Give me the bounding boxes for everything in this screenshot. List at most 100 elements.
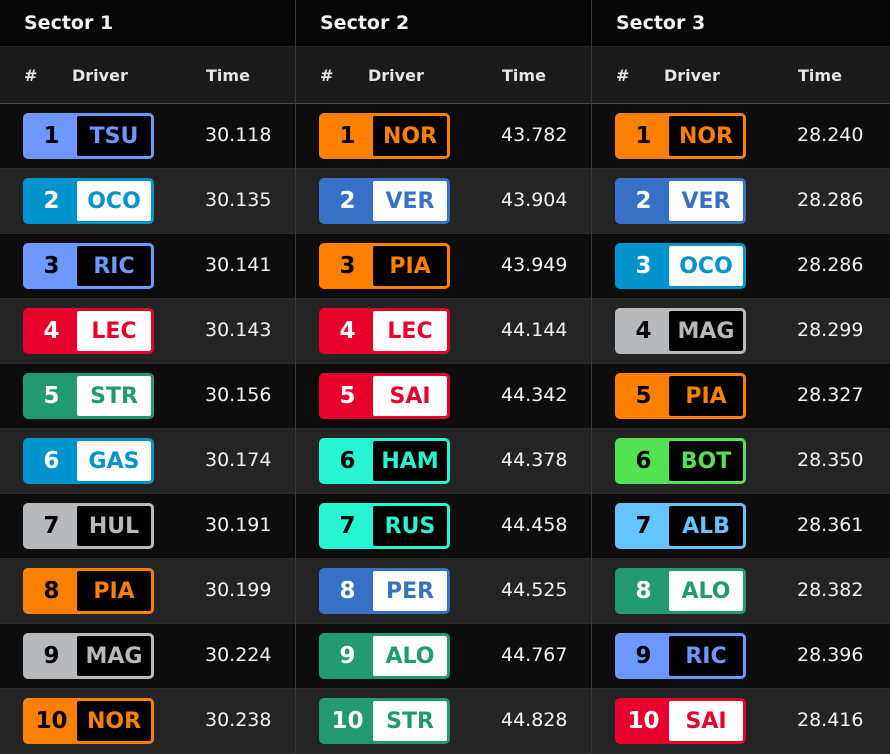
driver-code: PER: [373, 571, 447, 611]
header-time[interactable]: Time: [798, 66, 842, 85]
driver-code: OCO: [669, 246, 743, 286]
sector-time: 43.904: [501, 189, 568, 211]
position-number: 3: [635, 253, 652, 279]
sector-time: 44.342: [501, 384, 568, 406]
header-driver[interactable]: Driver: [664, 66, 720, 85]
table-row[interactable]: 7 HUL 30.191: [0, 494, 295, 559]
driver-badge: 9 ALO: [319, 633, 450, 679]
sector-time: 44.828: [501, 709, 568, 731]
table-row[interactable]: 7 ALB 28.361: [592, 494, 890, 559]
driver-badge: 10 NOR: [23, 698, 154, 744]
table-row[interactable]: 6 GAS 30.174: [0, 429, 295, 494]
driver-badge: 10 SAI: [615, 698, 746, 744]
sector-time: 30.174: [205, 449, 272, 471]
driver-code: NOR: [669, 116, 743, 156]
driver-badge: 9 RIC: [615, 633, 746, 679]
sector-time: 44.378: [501, 449, 568, 471]
table-row[interactable]: 2 VER 28.286: [592, 169, 890, 234]
header-time[interactable]: Time: [502, 66, 546, 85]
sector-title: Sector 2: [296, 0, 591, 47]
position-number: 5: [339, 383, 356, 409]
driver-badge: 5 PIA: [615, 373, 746, 419]
table-row[interactable]: 3 OCO 28.286: [592, 234, 890, 299]
table-row[interactable]: 8 ALO 28.382: [592, 559, 890, 624]
position-number: 9: [43, 643, 60, 669]
header-time[interactable]: Time: [206, 66, 250, 85]
driver-badge: 6 HAM: [319, 438, 450, 484]
table-row[interactable]: 1 NOR 43.782: [296, 104, 591, 169]
table-row[interactable]: 5 PIA 28.327: [592, 364, 890, 429]
driver-code: TSU: [77, 116, 151, 156]
table-row[interactable]: 9 MAG 30.224: [0, 624, 295, 689]
table-row[interactable]: 8 PER 44.525: [296, 559, 591, 624]
table-row[interactable]: 4 LEC 30.143: [0, 299, 295, 364]
position-number: 1: [339, 123, 356, 149]
sector-time: 28.396: [797, 644, 864, 666]
driver-code: GAS: [77, 441, 151, 481]
table-row[interactable]: 10 STR 44.828: [296, 689, 591, 754]
table-row[interactable]: 8 PIA 30.199: [0, 559, 295, 624]
position-number: 10: [627, 708, 660, 734]
table-row[interactable]: 5 SAI 44.342: [296, 364, 591, 429]
driver-badge: 3 RIC: [23, 243, 154, 289]
driver-badge: 1 TSU: [23, 113, 154, 159]
sector-rows: 1 TSU 30.118 2 OCO 30.135 3 RIC 30.141 4 LEC 30.143…: [0, 104, 295, 754]
sector-rows: 1 NOR 28.240 2 VER 28.286 3 OCO 28.286 4 MAG 28.299…: [592, 104, 890, 754]
header-position: #: [616, 66, 630, 85]
driver-code: STR: [77, 376, 151, 416]
position-number: 8: [635, 578, 652, 604]
sector-time: 30.135: [205, 189, 272, 211]
header-driver[interactable]: Driver: [72, 66, 128, 85]
table-row[interactable]: 9 ALO 44.767: [296, 624, 591, 689]
table-row[interactable]: 4 MAG 28.299: [592, 299, 890, 364]
driver-code: PIA: [77, 571, 151, 611]
table-row[interactable]: 3 RIC 30.141: [0, 234, 295, 299]
column-headers: # Driver Time: [0, 47, 295, 104]
table-row[interactable]: 9 RIC 28.396: [592, 624, 890, 689]
header-position: #: [320, 66, 334, 85]
driver-code: ALO: [669, 571, 743, 611]
driver-badge: 4 MAG: [615, 308, 746, 354]
driver-code: PIA: [669, 376, 743, 416]
header-driver[interactable]: Driver: [368, 66, 424, 85]
sector-time: 30.191: [205, 514, 272, 536]
table-row[interactable]: 1 TSU 30.118: [0, 104, 295, 169]
driver-code: ALO: [373, 636, 447, 676]
driver-code: NOR: [77, 701, 151, 741]
driver-code: MAG: [669, 311, 743, 351]
driver-badge: 7 RUS: [319, 503, 450, 549]
table-row[interactable]: 4 LEC 44.144: [296, 299, 591, 364]
table-row[interactable]: 2 VER 43.904: [296, 169, 591, 234]
table-row[interactable]: 10 NOR 30.238: [0, 689, 295, 754]
driver-badge: 2 VER: [615, 178, 746, 224]
driver-badge: 2 OCO: [23, 178, 154, 224]
sector-time: 44.767: [501, 644, 568, 666]
table-row[interactable]: 7 RUS 44.458: [296, 494, 591, 559]
driver-code: SAI: [669, 701, 743, 741]
position-number: 5: [43, 383, 60, 409]
position-number: 8: [339, 578, 356, 604]
table-row[interactable]: 3 PIA 43.949: [296, 234, 591, 299]
sector-time: 28.382: [797, 579, 864, 601]
driver-code: VER: [373, 181, 447, 221]
position-number: 2: [635, 188, 652, 214]
table-row[interactable]: 10 SAI 28.416: [592, 689, 890, 754]
sector-time: 30.143: [205, 319, 272, 341]
table-row[interactable]: 5 STR 30.156: [0, 364, 295, 429]
driver-badge: 8 ALO: [615, 568, 746, 614]
position-number: 7: [635, 513, 652, 539]
driver-code: BOT: [669, 441, 743, 481]
driver-badge: 7 ALB: [615, 503, 746, 549]
position-number: 7: [339, 513, 356, 539]
position-number: 2: [43, 188, 60, 214]
table-row[interactable]: 6 HAM 44.378: [296, 429, 591, 494]
table-row[interactable]: 6 BOT 28.350: [592, 429, 890, 494]
sector-time: 30.224: [205, 644, 272, 666]
table-row[interactable]: 2 OCO 30.135: [0, 169, 295, 234]
table-row[interactable]: 1 NOR 28.240: [592, 104, 890, 169]
sector-time: 28.299: [797, 319, 864, 341]
sector-time: 30.118: [205, 124, 272, 146]
driver-badge: 3 PIA: [319, 243, 450, 289]
sector-title: Sector 3: [592, 0, 890, 47]
driver-code: SAI: [373, 376, 447, 416]
